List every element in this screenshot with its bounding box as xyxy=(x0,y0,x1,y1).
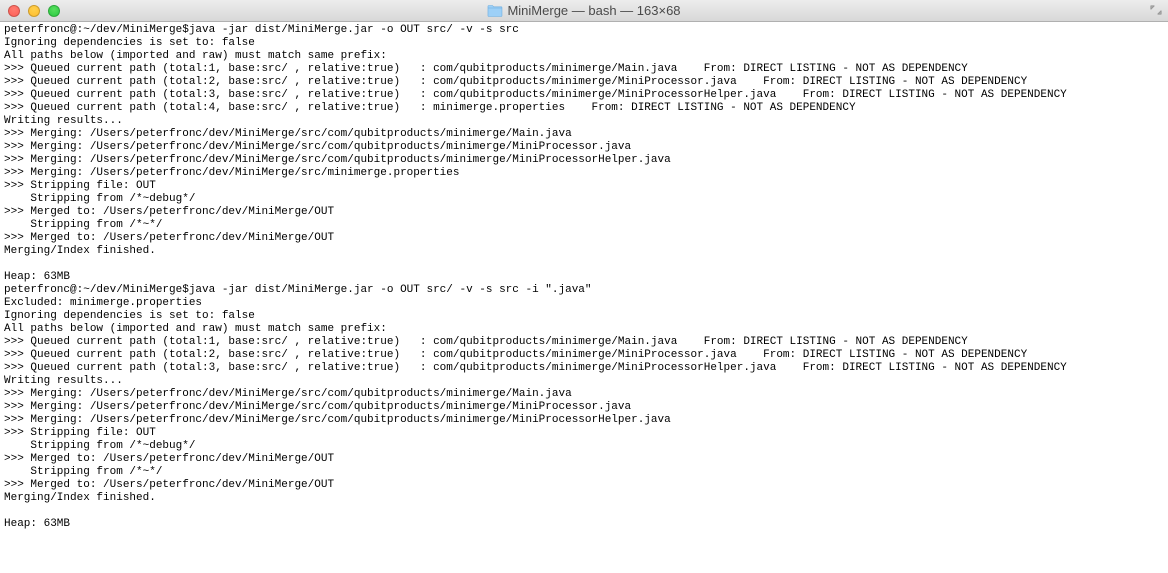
window-title-container: MiniMerge — bash — 163×68 xyxy=(487,3,680,18)
minimize-window-button[interactable] xyxy=(28,5,40,17)
terminal-line: Merging/Index finished. xyxy=(4,245,1164,258)
titlebar[interactable]: MiniMerge — bash — 163×68 xyxy=(0,0,1168,22)
terminal-line: Ignoring dependencies is set to: false xyxy=(4,310,1164,323)
terminal-line: All paths below (imported and raw) must … xyxy=(4,323,1164,336)
terminal-line xyxy=(4,505,1164,518)
terminal-line: >>> Merged to: /Users/peterfronc/dev/Min… xyxy=(4,206,1164,219)
terminal-line: >>> Merging: /Users/peterfronc/dev/MiniM… xyxy=(4,167,1164,180)
terminal-line: >>> Stripping file: OUT xyxy=(4,427,1164,440)
terminal-output[interactable]: peterfronc@:~/dev/MiniMerge$java -jar di… xyxy=(0,22,1168,531)
terminal-line: >>> Merging: /Users/peterfronc/dev/MiniM… xyxy=(4,414,1164,427)
terminal-line: Stripping from /*~*/ xyxy=(4,466,1164,479)
terminal-line: Ignoring dependencies is set to: false xyxy=(4,37,1164,50)
window-title: MiniMerge — bash — 163×68 xyxy=(507,3,680,18)
zoom-window-button[interactable] xyxy=(48,5,60,17)
terminal-line: >>> Queued current path (total:2, base:s… xyxy=(4,76,1164,89)
terminal-line: >>> Queued current path (total:3, base:s… xyxy=(4,362,1164,375)
terminal-line: Stripping from /*~*/ xyxy=(4,219,1164,232)
terminal-line: Heap: 63MB xyxy=(4,518,1164,531)
fullscreen-icon[interactable] xyxy=(1148,3,1164,17)
terminal-line: >>> Merging: /Users/peterfronc/dev/MiniM… xyxy=(4,154,1164,167)
terminal-line: >>> Merging: /Users/peterfronc/dev/MiniM… xyxy=(4,141,1164,154)
terminal-line: >>> Queued current path (total:1, base:s… xyxy=(4,336,1164,349)
terminal-line: >>> Merging: /Users/peterfronc/dev/MiniM… xyxy=(4,388,1164,401)
terminal-line: Excluded: minimerge.properties xyxy=(4,297,1164,310)
terminal-line: >>> Queued current path (total:1, base:s… xyxy=(4,63,1164,76)
terminal-line: >>> Merging: /Users/peterfronc/dev/MiniM… xyxy=(4,401,1164,414)
terminal-line: Writing results... xyxy=(4,375,1164,388)
terminal-line: peterfronc@:~/dev/MiniMerge$java -jar di… xyxy=(4,24,1164,37)
terminal-line: Merging/Index finished. xyxy=(4,492,1164,505)
terminal-line: >>> Merged to: /Users/peterfronc/dev/Min… xyxy=(4,479,1164,492)
terminal-line: Stripping from /*~debug*/ xyxy=(4,193,1164,206)
terminal-line xyxy=(4,258,1164,271)
terminal-line: All paths below (imported and raw) must … xyxy=(4,50,1164,63)
terminal-line: >>> Stripping file: OUT xyxy=(4,180,1164,193)
close-window-button[interactable] xyxy=(8,5,20,17)
traffic-lights xyxy=(0,5,60,17)
terminal-line: >>> Merged to: /Users/peterfronc/dev/Min… xyxy=(4,453,1164,466)
terminal-line: Stripping from /*~debug*/ xyxy=(4,440,1164,453)
terminal-line: >>> Queued current path (total:2, base:s… xyxy=(4,349,1164,362)
terminal-line: >>> Queued current path (total:4, base:s… xyxy=(4,102,1164,115)
terminal-line: Heap: 63MB xyxy=(4,271,1164,284)
terminal-line: peterfronc@:~/dev/MiniMerge$java -jar di… xyxy=(4,284,1164,297)
terminal-line: >>> Merging: /Users/peterfronc/dev/MiniM… xyxy=(4,128,1164,141)
terminal-line: Writing results... xyxy=(4,115,1164,128)
terminal-line: >>> Queued current path (total:3, base:s… xyxy=(4,89,1164,102)
folder-icon xyxy=(487,5,502,17)
terminal-line: >>> Merged to: /Users/peterfronc/dev/Min… xyxy=(4,232,1164,245)
